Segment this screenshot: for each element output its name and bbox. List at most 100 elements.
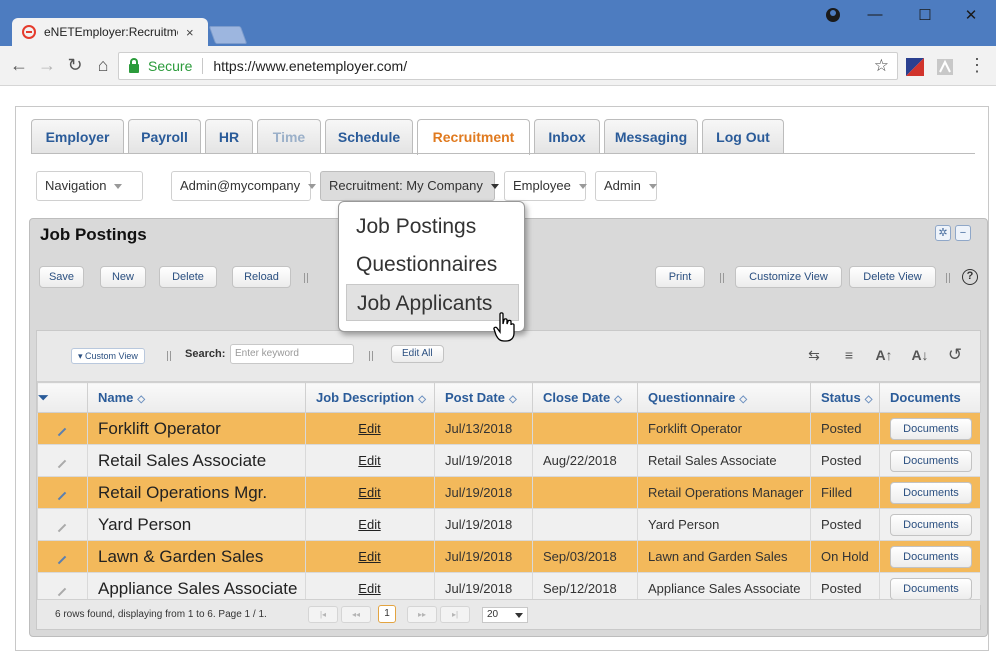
tab-schedule[interactable]: Schedule: [325, 119, 413, 153]
edit-description-link[interactable]: Edit: [358, 421, 380, 436]
url-text[interactable]: https://www.enetemployer.com/: [213, 58, 407, 74]
post-date-cell[interactable]: Jul/19/2018: [434, 508, 533, 541]
employee-dropdown[interactable]: Employee: [504, 171, 587, 201]
column-header-name[interactable]: Name ◇: [87, 382, 306, 413]
help-icon[interactable]: ?: [962, 269, 978, 285]
table-row[interactable]: Forklift Operator Edit Jul/13/2018 Forklift…: [37, 412, 981, 445]
status-cell[interactable]: On Hold: [810, 540, 880, 573]
close-date-cell[interactable]: [532, 412, 638, 445]
row-edit-cell[interactable]: [37, 540, 88, 573]
table-row[interactable]: Retail Sales Associate Edit Jul/19/2018 Aug…: [37, 444, 981, 477]
edit-pencil-icon[interactable]: [57, 459, 67, 469]
bookmark-star-icon[interactable]: ☆: [874, 56, 889, 76]
post-date-cell[interactable]: Jul/13/2018: [434, 412, 533, 445]
back-arrow-icon[interactable]: ←: [8, 54, 30, 76]
pdf-extension-icon[interactable]: [936, 58, 954, 76]
documents-button[interactable]: Documents: [890, 513, 972, 536]
delete-view-button[interactable]: Delete View: [849, 266, 936, 288]
status-cell[interactable]: Posted: [810, 412, 880, 445]
post-date-cell[interactable]: Jul/19/2018: [434, 444, 533, 477]
table-row[interactable]: Retail Operations Mgr. Edit Jul/19/2018 Ret…: [37, 476, 981, 509]
tab-messaging[interactable]: Messaging: [604, 119, 698, 153]
edit-description-link[interactable]: Edit: [358, 581, 380, 596]
reload-button[interactable]: Reload: [232, 266, 291, 288]
close-window-button[interactable]: ✕: [961, 6, 981, 24]
status-cell[interactable]: Filled: [810, 476, 880, 509]
edit-pencil-icon[interactable]: [57, 555, 67, 565]
reset-icon[interactable]: ↺: [945, 345, 965, 365]
row-edit-cell[interactable]: [37, 508, 88, 541]
settings-gear-icon[interactable]: ✲: [935, 225, 951, 241]
tab-inbox[interactable]: Inbox: [534, 119, 600, 153]
job-name-cell[interactable]: Retail Operations Mgr.: [87, 476, 306, 509]
first-page-button[interactable]: |◂: [308, 606, 338, 623]
delete-button[interactable]: Delete: [159, 266, 217, 288]
section-dropdown[interactable]: Recruitment: My Company: [320, 171, 499, 201]
page-size-select[interactable]: 20: [482, 607, 528, 623]
job-name-cell[interactable]: Lawn & Garden Sales: [87, 540, 306, 573]
edit-all-button[interactable]: Edit All: [391, 345, 444, 363]
new-tab-button[interactable]: [208, 26, 248, 44]
edit-pencil-icon[interactable]: [57, 587, 67, 597]
navigation-dropdown[interactable]: Navigation: [36, 171, 143, 201]
status-cell[interactable]: Posted: [810, 444, 880, 477]
minimize-button[interactable]: —: [865, 6, 885, 23]
maximize-button[interactable]: ☐: [915, 6, 935, 24]
tab-close-icon[interactable]: ×: [186, 25, 194, 40]
column-header-job-description[interactable]: Job Description ◇: [305, 382, 435, 413]
tab-hr[interactable]: HR: [205, 119, 253, 153]
tab-payroll[interactable]: Payroll: [128, 119, 201, 153]
close-date-cell[interactable]: Aug/22/2018: [532, 444, 638, 477]
edit-pencil-icon[interactable]: [57, 491, 67, 501]
forward-arrow-icon[interactable]: →: [36, 54, 58, 76]
current-page-input[interactable]: 1: [378, 605, 396, 623]
font-decrease-icon[interactable]: A↓: [910, 345, 930, 365]
close-date-cell[interactable]: [532, 476, 638, 509]
menu-dots-icon[interactable]: ⋮: [966, 54, 988, 76]
browser-tab[interactable]: eNETEmployer:Recruitme ×: [12, 18, 208, 46]
row-edit-cell[interactable]: [37, 476, 88, 509]
tab-recruitment[interactable]: Recruitment: [417, 119, 530, 155]
collapse-icon[interactable]: −: [955, 225, 971, 241]
edit-pencil-icon[interactable]: [57, 427, 67, 437]
tab-log-out[interactable]: Log Out: [702, 119, 784, 153]
column-header-post-date[interactable]: Post Date ◇: [434, 382, 533, 413]
questionnaire-cell[interactable]: Lawn and Garden Sales: [637, 540, 811, 573]
questionnaire-cell[interactable]: Retail Operations Manager: [637, 476, 811, 509]
close-date-cell[interactable]: Sep/03/2018: [532, 540, 638, 573]
tab-time[interactable]: Time: [257, 119, 321, 153]
questionnaire-cell[interactable]: Yard Person: [637, 508, 811, 541]
close-date-cell[interactable]: [532, 508, 638, 541]
account-dropdown[interactable]: Admin@mycompany: [171, 171, 317, 201]
home-icon[interactable]: ⌂: [92, 54, 114, 76]
reload-icon[interactable]: ↻: [64, 54, 86, 76]
new-button[interactable]: New: [100, 266, 146, 288]
edit-description-link[interactable]: Edit: [358, 453, 380, 468]
documents-button[interactable]: Documents: [890, 417, 972, 440]
tab-employer[interactable]: Employer: [31, 119, 124, 153]
profile-icon[interactable]: [826, 8, 840, 22]
wrap-text-icon[interactable]: ⇆: [804, 345, 824, 365]
job-name-cell[interactable]: Yard Person: [87, 508, 306, 541]
edit-description-link[interactable]: Edit: [358, 517, 380, 532]
job-name-cell[interactable]: Retail Sales Associate: [87, 444, 306, 477]
questionnaire-cell[interactable]: Retail Sales Associate: [637, 444, 811, 477]
post-date-cell[interactable]: Jul/19/2018: [434, 476, 533, 509]
next-page-button[interactable]: ▸▸: [407, 606, 437, 623]
font-increase-icon[interactable]: A↑: [874, 345, 894, 365]
documents-button[interactable]: Documents: [890, 577, 972, 600]
edit-pencil-icon[interactable]: [57, 523, 67, 533]
menu-item-job-postings[interactable]: Job Postings: [346, 208, 519, 245]
custom-view-dropdown[interactable]: ▾ Custom View: [71, 348, 145, 364]
row-edit-cell[interactable]: [37, 412, 88, 445]
edit-description-link[interactable]: Edit: [358, 485, 380, 500]
address-bar[interactable]: Secure https://www.enetemployer.com/ ☆: [118, 52, 898, 80]
filter-header[interactable]: ⏷: [37, 382, 88, 413]
table-row[interactable]: Lawn & Garden Sales Edit Jul/19/2018 Sep/03…: [37, 540, 981, 573]
column-header-close-date[interactable]: Close Date ◇: [532, 382, 638, 413]
column-header-questionnaire[interactable]: Questionnaire ◇: [637, 382, 811, 413]
print-button[interactable]: Print: [655, 266, 705, 288]
table-row[interactable]: Yard Person Edit Jul/19/2018 Yard Person Pos…: [37, 508, 981, 541]
documents-button[interactable]: Documents: [890, 481, 972, 504]
search-input[interactable]: Enter keyword: [230, 344, 354, 364]
